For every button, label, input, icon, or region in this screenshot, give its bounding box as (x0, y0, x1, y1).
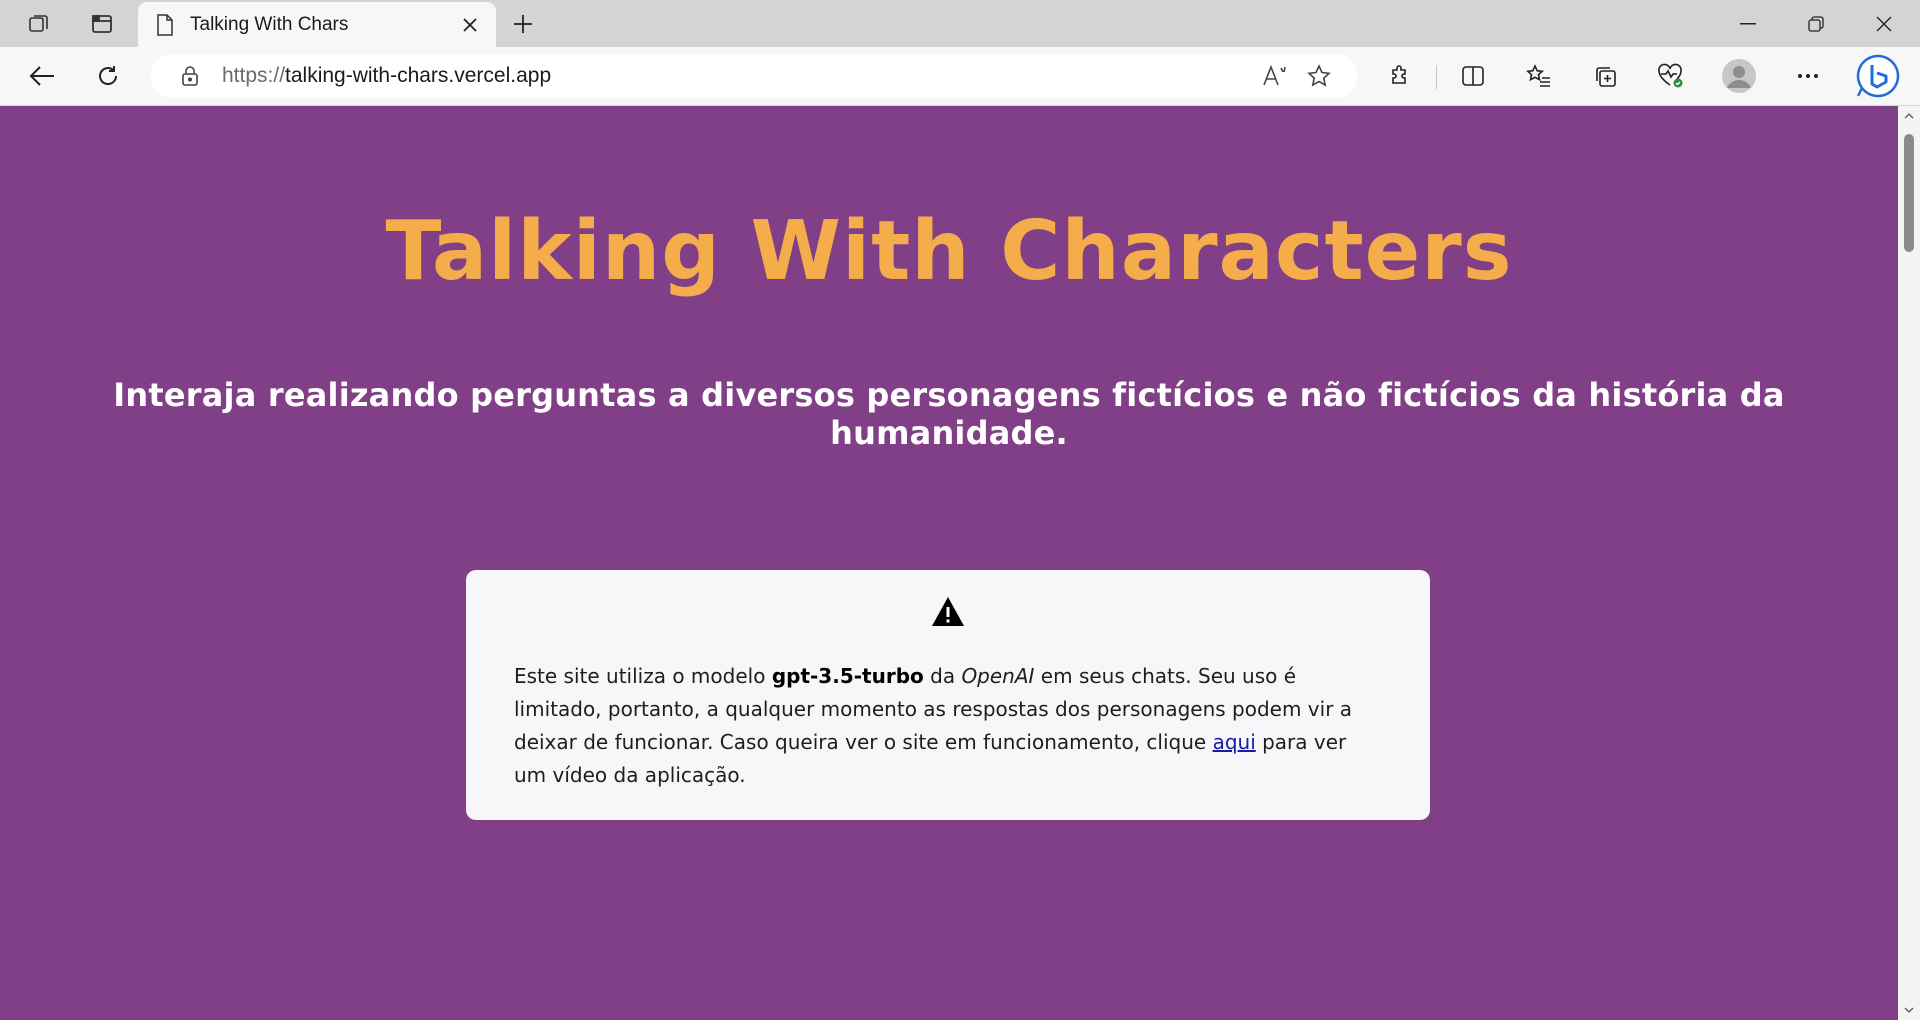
page-icon (154, 12, 176, 38)
page-title: Talking With Characters (385, 204, 1513, 299)
restore-icon[interactable] (1782, 0, 1850, 47)
tab-strip: Talking With Chars (0, 0, 1920, 47)
plus-icon[interactable] (502, 4, 544, 44)
toolbar-divider (1436, 65, 1437, 89)
lock-icon[interactable] (170, 65, 210, 87)
browser-toolbar: https://talking-with-chars.vercel.app (0, 47, 1920, 106)
workspaces-icon[interactable] (16, 4, 62, 44)
warning-icon (514, 596, 1382, 632)
minimize-icon[interactable] (1714, 0, 1782, 47)
read-aloud-icon[interactable] (1253, 54, 1297, 98)
close-icon[interactable] (454, 9, 486, 41)
page-scrollbar[interactable] (1898, 106, 1920, 1020)
profile-avatar-icon[interactable] (1717, 54, 1761, 98)
more-icon[interactable] (1786, 54, 1830, 98)
heart-pulse-icon[interactable] (1649, 54, 1693, 98)
vertical-tabs-icon[interactable] (79, 4, 125, 44)
tab-title: Talking With Chars (190, 13, 349, 35)
notice-card: Este site utiliza o modelo gpt-3.5-turbo… (466, 570, 1430, 820)
scroll-up-icon[interactable] (1903, 110, 1915, 122)
browser-tab[interactable]: Talking With Chars (138, 2, 496, 47)
bing-icon[interactable] (1856, 54, 1900, 98)
video-link[interactable]: aqui (1213, 730, 1256, 754)
back-arrow-icon[interactable] (20, 54, 64, 98)
model-name: gpt-3.5-turbo (771, 664, 924, 688)
collections-icon[interactable] (1583, 54, 1627, 98)
notice-text: Este site utiliza o modelo gpt-3.5-turbo… (514, 664, 1353, 787)
star-icon[interactable] (1297, 54, 1341, 98)
puzzle-icon[interactable] (1378, 54, 1422, 98)
split-screen-icon[interactable] (1451, 54, 1495, 98)
page-subtitle: Interaja realizando perguntas a diversos… (113, 376, 1785, 452)
scroll-down-icon[interactable] (1903, 1004, 1915, 1016)
address-bar[interactable]: https://talking-with-chars.vercel.app (150, 54, 1357, 98)
scrollbar-thumb[interactable] (1904, 134, 1914, 252)
url-text[interactable]: https://talking-with-chars.vercel.app (222, 64, 1253, 88)
window-close-icon[interactable] (1850, 0, 1918, 47)
page-viewport: Talking With Characters Interaja realiza… (0, 106, 1898, 1020)
refresh-icon[interactable] (86, 54, 130, 98)
favorites-list-icon[interactable] (1517, 54, 1561, 98)
provider-name: OpenAI (961, 664, 1035, 688)
